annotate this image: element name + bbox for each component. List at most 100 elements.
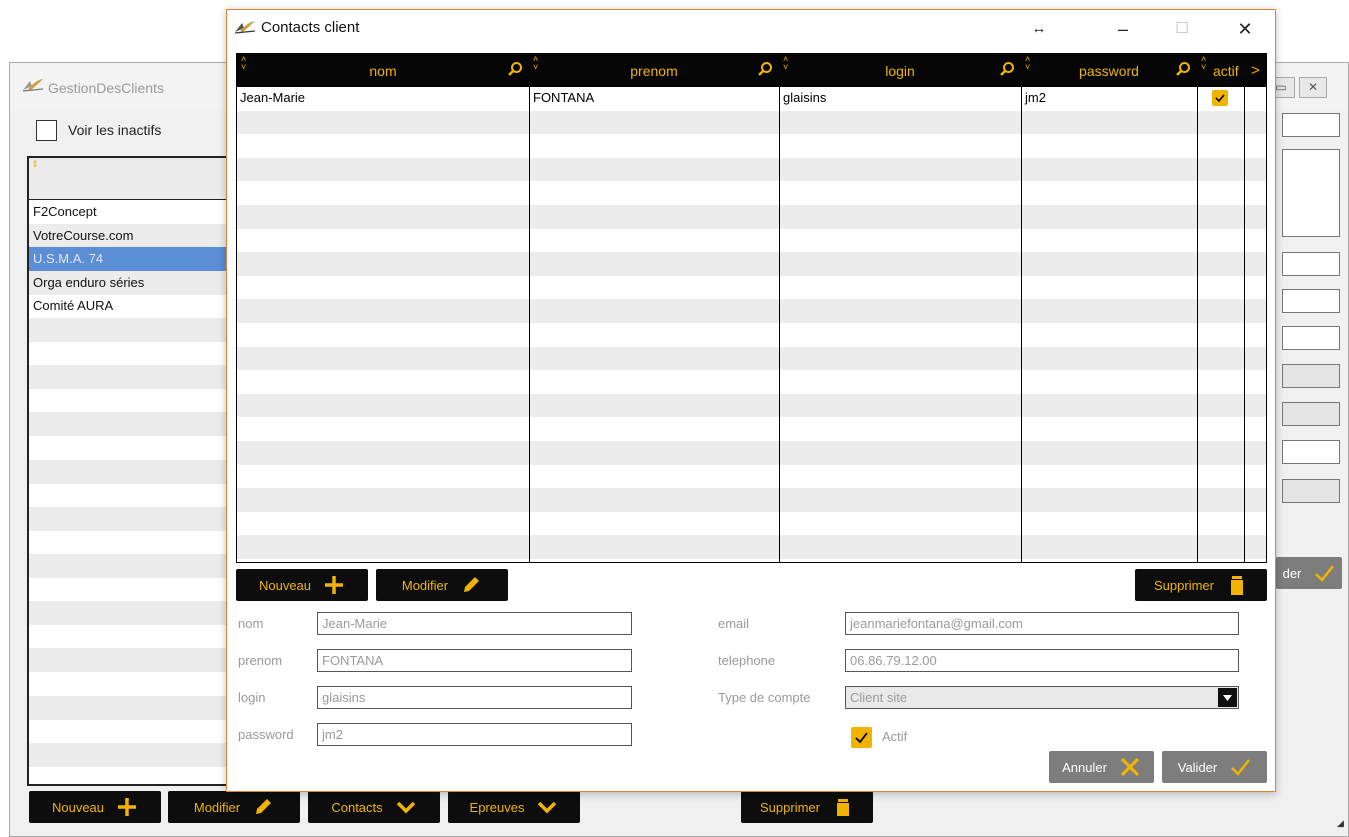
nom-field[interactable]: Jean-Marie [317,612,632,635]
client-list-row[interactable] [29,719,235,743]
resize-grip-icon[interactable]: ◢ [1337,818,1344,829]
search-icon[interactable] [999,61,1015,80]
show-inactive-checkbox[interactable] [36,120,57,141]
maximize-button[interactable]: ☐ [1162,14,1202,44]
grid-row[interactable] [237,276,1266,300]
pencil-icon [460,574,482,596]
search-icon[interactable] [507,61,523,80]
grid-row[interactable] [237,417,1266,441]
grid-row[interactable] [237,393,1266,418]
client-list-row[interactable] [29,625,235,649]
grid-row[interactable] [237,535,1266,559]
telephone-field[interactable]: 06.86.79.12.00 [845,649,1239,672]
client-list-row[interactable]: Orga enduro séries [29,270,235,295]
column-header-prenom[interactable]: ˄ ˅ prenom [529,54,779,87]
client-list-row[interactable] [29,648,235,673]
grid-row[interactable] [237,110,1266,135]
grid-row[interactable] [237,512,1266,536]
bg-contacts-button[interactable]: Contacts [308,791,440,823]
dropdown-arrow-icon[interactable] [1218,688,1237,707]
bg-field[interactable] [1282,252,1340,276]
column-header-login[interactable]: ˄ ˅ login [779,54,1021,87]
grid-row[interactable] [237,252,1266,276]
client-list-row[interactable] [29,766,235,784]
search-icon[interactable] [1175,61,1191,80]
grid-row[interactable] [237,488,1266,512]
client-list-row[interactable] [29,342,235,366]
grid-row[interactable] [237,465,1266,489]
actif-checkbox[interactable] [851,727,872,748]
bg-textarea[interactable] [1282,149,1340,237]
grid-row[interactable] [237,370,1266,394]
login-field[interactable]: glaisins [317,686,632,709]
modifier-button[interactable]: Modifier [376,569,508,601]
sort-icon[interactable]: ⇕ [31,159,39,170]
client-list-row[interactable]: VotreCourse.com [29,223,235,248]
client-list-row[interactable] [29,672,235,696]
nouveau-button[interactable]: Nouveau [236,569,368,601]
contacts-grid[interactable]: Jean-Marie FONTANA glaisins jm2 ˄ ˅ nom ˄ ˅ p… [236,53,1267,563]
column-header-actif[interactable]: ˄ ˅ actif > [1197,54,1266,87]
email-field[interactable]: jeanmariefontana@gmail.com [845,612,1239,635]
prenom-field[interactable]: FONTANA [317,649,632,672]
client-list-row[interactable] [29,365,235,390]
bg-field[interactable] [1282,289,1340,313]
password-field[interactable]: jm2 [317,723,632,746]
client-list-row[interactable] [29,483,235,507]
client-list-row[interactable] [29,695,235,720]
client-list-row[interactable] [29,412,235,437]
client-list-header[interactable]: ⇕ r [29,158,235,200]
client-list-row[interactable]: F2Concept [29,200,235,224]
grid-row[interactable] [237,181,1266,205]
bg-field[interactable] [1282,402,1340,426]
client-list-row[interactable] [29,318,235,342]
client-list-row[interactable]: Comité AURA [29,294,235,318]
annuler-button[interactable]: Annuler [1049,751,1154,783]
close-icon[interactable]: ✕ [1299,77,1327,98]
scroll-right-icon[interactable]: > [1251,62,1260,79]
client-list-row[interactable] [29,459,235,484]
bg-epreuves-button[interactable]: Epreuves [448,791,580,823]
sort-icon[interactable]: ˄ ˅ [1201,55,1206,72]
bg-valider-button[interactable]: der [1276,557,1342,589]
bg-field[interactable] [1282,326,1340,350]
trash-icon [1226,574,1248,596]
client-list-row[interactable] [29,742,235,767]
grid-cell-actif-checkbox[interactable] [1212,90,1228,106]
supprimer-button[interactable]: Supprimer [1135,569,1267,601]
minimize-button[interactable]: – [1103,14,1143,44]
search-icon[interactable] [757,61,773,80]
client-list-row[interactable] [29,506,235,531]
move-icon[interactable]: ↔ [1019,14,1059,44]
bg-field[interactable] [1282,479,1340,503]
type-compte-select[interactable]: Client site [845,686,1239,709]
grid-row[interactable] [237,346,1266,371]
client-list[interactable]: ⇕ r F2ConceptVotreCourse.comU.S.M.A. 74O… [27,156,237,786]
client-list-row[interactable] [29,578,235,602]
client-list-row[interactable]: U.S.M.A. 74 [29,247,235,272]
bg-field[interactable] [1282,364,1340,388]
bg-field[interactable] [1282,440,1340,464]
valider-button[interactable]: Valider [1162,751,1267,783]
grid-row[interactable] [237,229,1266,253]
grid-row[interactable] [237,323,1266,347]
grid-row[interactable] [237,441,1266,465]
client-list-row[interactable] [29,530,235,554]
column-header-password[interactable]: ˄ ˅ password [1021,54,1197,87]
column-header-nom[interactable]: ˄ ˅ nom [237,54,529,87]
grid-row[interactable] [237,157,1266,182]
client-list-row[interactable] [29,554,235,578]
grid-row[interactable] [237,205,1266,229]
bg-field[interactable] [1282,113,1340,137]
client-list-row[interactable] [29,436,235,460]
client-list-row[interactable] [29,601,235,626]
bg-nouveau-button[interactable]: Nouveau [29,791,161,823]
bg-supprimer-button[interactable]: Supprimer [741,791,873,823]
background-window-title: GestionDesClients [48,80,164,96]
client-list-row[interactable] [29,389,235,413]
grid-row[interactable] [237,299,1266,323]
close-button[interactable]: ✕ [1225,14,1265,44]
bg-modifier-button[interactable]: Modifier [168,791,300,823]
grid-row[interactable] [237,134,1266,158]
grid-row[interactable]: Jean-Marie FONTANA glaisins jm2 [237,87,1266,111]
